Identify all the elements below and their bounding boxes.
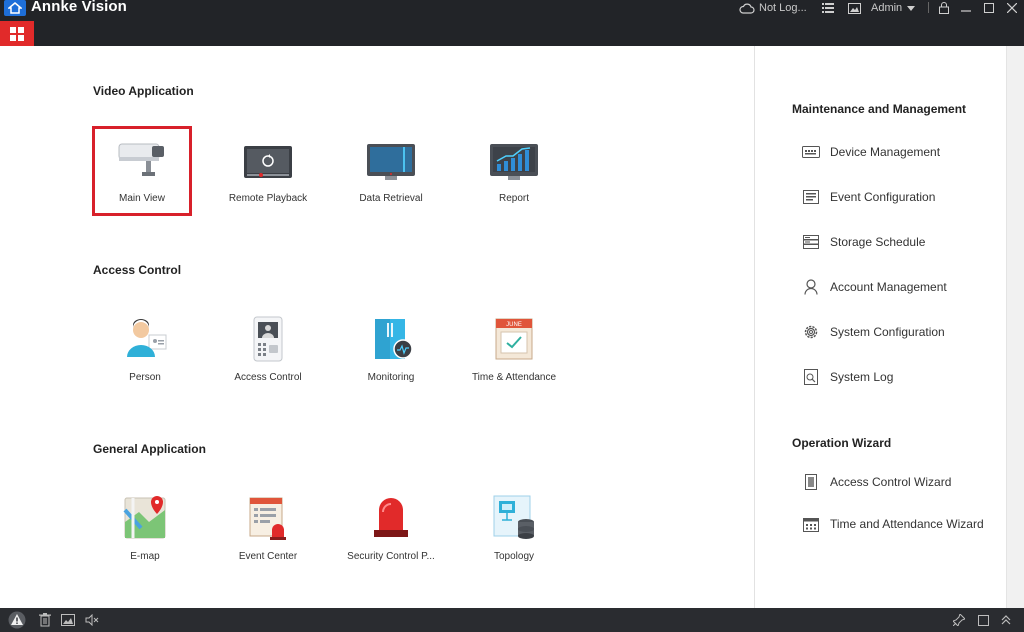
tile-label: Remote Playback — [228, 193, 308, 204]
window-icon[interactable] — [974, 611, 992, 629]
tile-label: Event Center — [238, 551, 298, 562]
panel-title-wizard: Operation Wizard — [792, 436, 892, 450]
section-title-video: Video Application — [93, 84, 194, 98]
chevron-down-icon[interactable] — [905, 0, 917, 16]
app-logo-icon — [4, 0, 26, 16]
tile-label: E-map — [130, 551, 160, 562]
monitor-icon — [365, 134, 417, 184]
title-separator — [928, 2, 929, 13]
status-bar — [0, 608, 1024, 632]
menu-item-label: Time and Attendance Wizard — [830, 517, 984, 531]
storage-icon — [800, 233, 822, 251]
right-scrollbar[interactable] — [1006, 46, 1024, 608]
menu-item-system-log[interactable]: System Log — [800, 367, 893, 387]
menu-item-device-management[interactable]: Device Management — [800, 142, 940, 162]
topology-icon — [488, 492, 540, 542]
tile-label: Main View — [119, 193, 165, 204]
tile-label: Monitoring — [367, 372, 415, 383]
tile-label: Data Retrieval — [359, 193, 423, 204]
home-grid-button[interactable] — [0, 21, 34, 46]
list-icon[interactable] — [820, 0, 836, 16]
section-title-access: Access Control — [93, 263, 182, 277]
maximize-icon[interactable] — [981, 0, 997, 16]
tile-label: Report — [498, 193, 529, 204]
menu-item-label: Event Configuration — [830, 190, 936, 204]
tile-label: Topology — [493, 551, 535, 562]
tile-time-attendance[interactable]: JUNE Time & Attendance — [464, 305, 564, 395]
tile-label: Access Control — [234, 372, 302, 383]
menu-item-label: System Configuration — [830, 325, 945, 339]
pin-icon[interactable] — [950, 611, 968, 629]
user-name[interactable]: Admin — [871, 0, 902, 16]
camera-icon — [116, 134, 168, 184]
tile-emap[interactable]: E-map — [95, 484, 195, 574]
menu-item-label: Device Management — [830, 145, 941, 159]
access-terminal-icon — [242, 313, 294, 363]
menu-item-access-control-wizard[interactable]: Access Control Wizard — [800, 472, 951, 492]
menu-item-event-configuration[interactable]: Event Configuration — [800, 187, 935, 207]
menu-item-time-attendance-wizard[interactable]: Time and Attendance Wizard — [800, 514, 984, 534]
mute-icon[interactable] — [83, 611, 101, 629]
tile-person[interactable]: Person — [95, 305, 195, 395]
playback-icon — [242, 134, 294, 184]
image-icon[interactable] — [846, 0, 862, 16]
menu-item-account-management[interactable]: Account Management — [800, 277, 947, 297]
account-icon — [800, 278, 822, 296]
tile-remote-playback[interactable]: Remote Playback — [218, 126, 318, 216]
tile-label: Person — [129, 372, 161, 383]
close-icon[interactable] — [1004, 0, 1020, 16]
section-title-general: General Application — [93, 442, 206, 456]
menu-item-label: Account Management — [830, 280, 947, 294]
report-chart-icon — [488, 134, 540, 184]
title-bar: Annke Vision Not Log... Admin — [0, 0, 1024, 46]
menu-item-system-configuration[interactable]: System Configuration — [800, 322, 945, 342]
tile-main-view[interactable]: Main View — [92, 126, 192, 216]
picture-icon[interactable] — [59, 611, 77, 629]
tile-security-control-panel[interactable]: Security Control P... — [341, 484, 441, 574]
alarm-light-icon — [365, 492, 417, 542]
panel-title-maintenance: Maintenance and Management — [792, 102, 967, 116]
tile-label: Security Control P... — [347, 551, 435, 562]
device-icon — [800, 143, 822, 161]
door-monitor-icon — [365, 313, 417, 363]
log-icon — [800, 368, 822, 386]
menu-item-storage-schedule[interactable]: Storage Schedule — [800, 232, 925, 252]
app-title: Annke Vision — [31, 0, 127, 15]
calendar-icon: JUNE — [488, 313, 540, 363]
minimize-icon[interactable] — [958, 0, 974, 16]
trash-icon[interactable] — [36, 611, 54, 629]
tile-data-retrieval[interactable]: Data Retrieval — [341, 126, 441, 216]
gear-icon — [800, 323, 822, 341]
chevron-up-double-icon[interactable] — [997, 611, 1015, 629]
person-icon — [119, 313, 171, 363]
tile-report[interactable]: Report — [464, 126, 564, 216]
map-icon — [119, 492, 171, 542]
panel-divider — [754, 46, 755, 608]
tile-event-center[interactable]: Event Center — [218, 484, 318, 574]
svg-text:JUNE: JUNE — [506, 322, 522, 328]
tile-access-control[interactable]: Access Control — [218, 305, 318, 395]
event-config-icon — [800, 188, 822, 206]
cloud-icon[interactable] — [738, 0, 756, 16]
menu-item-label: System Log — [830, 370, 894, 384]
tile-label: Time & Attendance — [471, 372, 557, 383]
alarm-warning-icon[interactable] — [8, 611, 26, 629]
door-icon — [800, 473, 822, 491]
tile-topology[interactable]: Topology — [464, 484, 564, 574]
tile-monitoring[interactable]: Monitoring — [341, 305, 441, 395]
grid-icon — [10, 26, 24, 41]
menu-item-label: Access Control Wizard — [830, 475, 952, 489]
event-center-icon — [242, 492, 294, 542]
lock-icon[interactable] — [936, 0, 952, 16]
cloud-status[interactable]: Not Log... — [759, 0, 807, 16]
calendar-grid-icon — [800, 515, 822, 533]
menu-item-label: Storage Schedule — [830, 235, 926, 249]
